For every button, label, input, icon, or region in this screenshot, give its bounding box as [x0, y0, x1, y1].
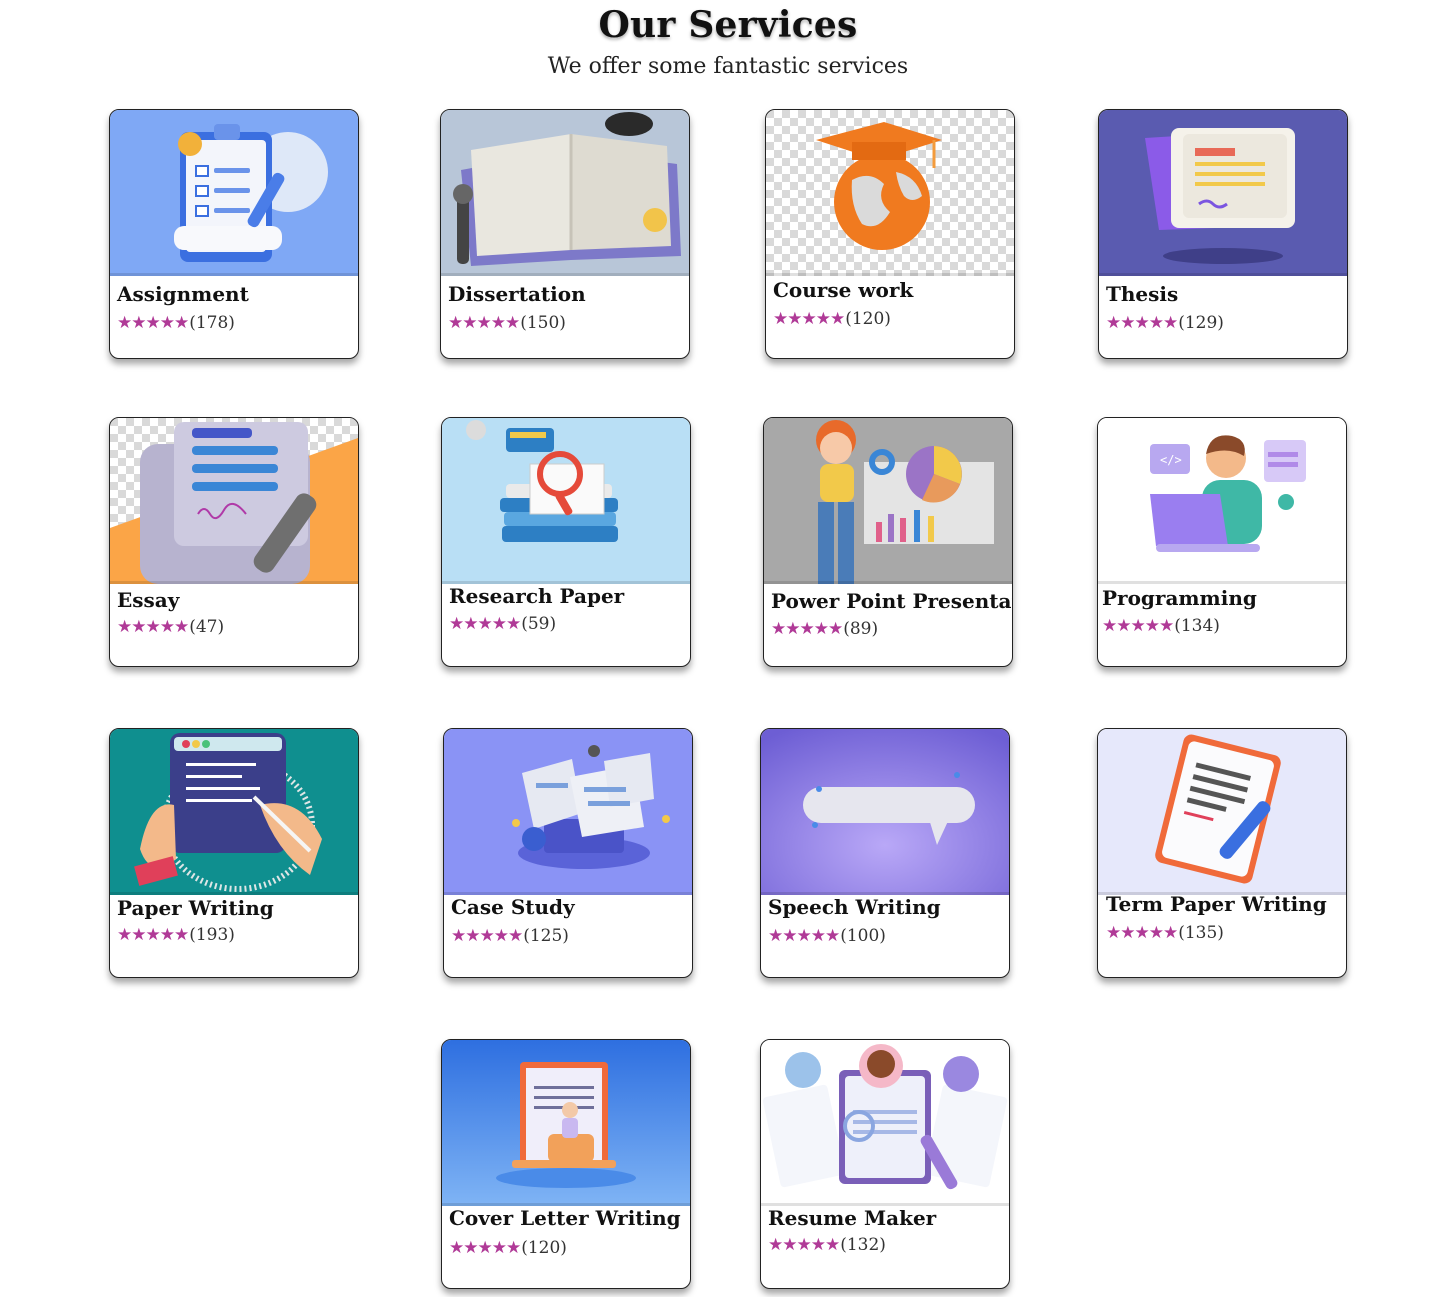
service-card-resume-maker[interactable]: Resume Maker ★★★★★ (132) — [760, 1039, 1010, 1289]
newspapers-laptop-illustration — [444, 729, 692, 895]
service-card-research-paper[interactable]: Research Paper ★★★★★ (59) — [441, 417, 691, 667]
review-count: (89) — [843, 619, 879, 639]
review-count: (125) — [523, 926, 569, 946]
service-name: Power Point Presentation — [771, 589, 1012, 613]
rating-stars-icon: ★★★★★ — [1102, 616, 1174, 636]
service-card-case-study[interactable]: Case Study ★★★★★ (125) — [443, 728, 693, 978]
rating-stars-icon: ★★★★★ — [771, 619, 843, 639]
service-name: Term Paper Writing — [1106, 892, 1327, 916]
rating-stars-icon: ★★★★★ — [449, 1238, 521, 1258]
review-count: (100) — [840, 926, 886, 946]
service-rating: ★★★★★ (59) — [449, 614, 556, 634]
review-count: (129) — [1178, 313, 1224, 333]
service-card-thesis[interactable]: Thesis ★★★★★ (129) — [1098, 109, 1348, 359]
presenter-charts-illustration — [764, 418, 1012, 584]
service-rating: ★★★★★ (132) — [768, 1235, 886, 1255]
review-count: (120) — [521, 1238, 567, 1258]
rating-stars-icon: ★★★★★ — [1106, 313, 1178, 333]
service-rating: ★★★★★ (193) — [117, 925, 235, 945]
service-card-programming[interactable]: </> Programming ★★★★★ (134) — [1097, 417, 1347, 667]
service-rating: ★★★★★ (129) — [1106, 313, 1224, 333]
service-name: Dissertation — [448, 282, 586, 306]
service-name: Assignment — [117, 282, 249, 306]
rating-stars-icon: ★★★★★ — [448, 313, 520, 333]
review-count: (178) — [189, 313, 235, 333]
service-name: Essay — [117, 588, 180, 612]
programmer-laptop-illustration: </> — [1098, 418, 1346, 584]
service-rating: ★★★★★ (150) — [448, 313, 566, 333]
service-card-paper-writing[interactable]: Paper Writing ★★★★★ (193) — [109, 728, 359, 978]
service-name: Thesis — [1106, 282, 1179, 306]
service-rating: ★★★★★ (178) — [117, 313, 235, 333]
page-subtitle: We offer some fantastic services — [547, 54, 909, 79]
rating-stars-icon: ★★★★★ — [768, 926, 840, 946]
service-card-dissertation[interactable]: Dissertation ★★★★★ (150) — [440, 109, 690, 359]
service-rating: ★★★★★ (120) — [449, 1238, 567, 1258]
svg-text:</>: </> — [1160, 453, 1182, 467]
service-rating: ★★★★★ (134) — [1102, 616, 1220, 636]
service-name: Case Study — [451, 895, 575, 919]
service-rating: ★★★★★ (120) — [773, 309, 891, 329]
review-count: (134) — [1174, 616, 1220, 636]
review-count: (132) — [840, 1235, 886, 1255]
review-count: (135) — [1178, 923, 1224, 943]
service-rating: ★★★★★ (100) — [768, 926, 886, 946]
rating-stars-icon: ★★★★★ — [451, 926, 523, 946]
service-card-cover-letter-writing[interactable]: Cover Letter Writing ★★★★★ (120) — [441, 1039, 691, 1289]
rating-stars-icon: ★★★★★ — [449, 614, 521, 634]
notepad-pen-illustration — [1098, 729, 1346, 895]
rating-stars-icon: ★★★★★ — [117, 617, 189, 637]
service-card-speech-writing[interactable]: Speech Writing ★★★★★ (100) — [760, 728, 1010, 978]
tablet-writing-illustration — [110, 729, 358, 895]
service-name: Research Paper — [449, 584, 625, 608]
service-name: Course work — [773, 278, 914, 302]
books-magnifier-illustration — [442, 418, 690, 584]
review-count: (150) — [520, 313, 566, 333]
service-rating: ★★★★★ (125) — [451, 926, 569, 946]
service-name: Programming — [1102, 586, 1257, 610]
rating-stars-icon: ★★★★★ — [768, 1235, 840, 1255]
speech-bubble-illustration — [761, 729, 1009, 895]
rating-stars-icon: ★★★★★ — [773, 309, 845, 329]
service-name: Resume Maker — [768, 1206, 937, 1230]
documents-illustration — [1099, 110, 1347, 276]
rating-stars-icon: ★★★★★ — [117, 925, 189, 945]
service-name: Cover Letter Writing — [449, 1206, 681, 1230]
service-name: Paper Writing — [117, 896, 274, 920]
review-count: (120) — [845, 309, 891, 329]
service-card-term-paper-writing[interactable]: Term Paper Writing ★★★★★ (135) — [1097, 728, 1347, 978]
service-rating: ★★★★★ (47) — [117, 617, 224, 637]
resume-profiles-illustration — [761, 1040, 1009, 1206]
rating-stars-icon: ★★★★★ — [1106, 923, 1178, 943]
rating-stars-icon: ★★★★★ — [117, 313, 189, 333]
service-card-power-point-presentation[interactable]: Power Point Presentation ★★★★★ (89) — [763, 417, 1013, 667]
signed-document-illustration — [110, 418, 358, 584]
review-count: (193) — [189, 925, 235, 945]
graduation-globe-illustration — [766, 110, 1014, 276]
service-rating: ★★★★★ (89) — [771, 619, 878, 639]
open-book-illustration — [441, 110, 689, 276]
service-rating: ★★★★★ (135) — [1106, 923, 1224, 943]
checklist-clipboard-illustration — [110, 110, 358, 276]
cover-letter-illustration — [442, 1040, 690, 1206]
page-title: Our Services — [598, 4, 858, 46]
service-card-course-work[interactable]: Course work ★★★★★ (120) — [765, 109, 1015, 359]
service-name: Speech Writing — [768, 895, 941, 919]
review-count: (47) — [189, 617, 225, 637]
review-count: (59) — [521, 614, 557, 634]
service-card-assignment[interactable]: Assignment ★★★★★ (178) — [109, 109, 359, 359]
service-card-essay[interactable]: Essay ★★★★★ (47) — [109, 417, 359, 667]
